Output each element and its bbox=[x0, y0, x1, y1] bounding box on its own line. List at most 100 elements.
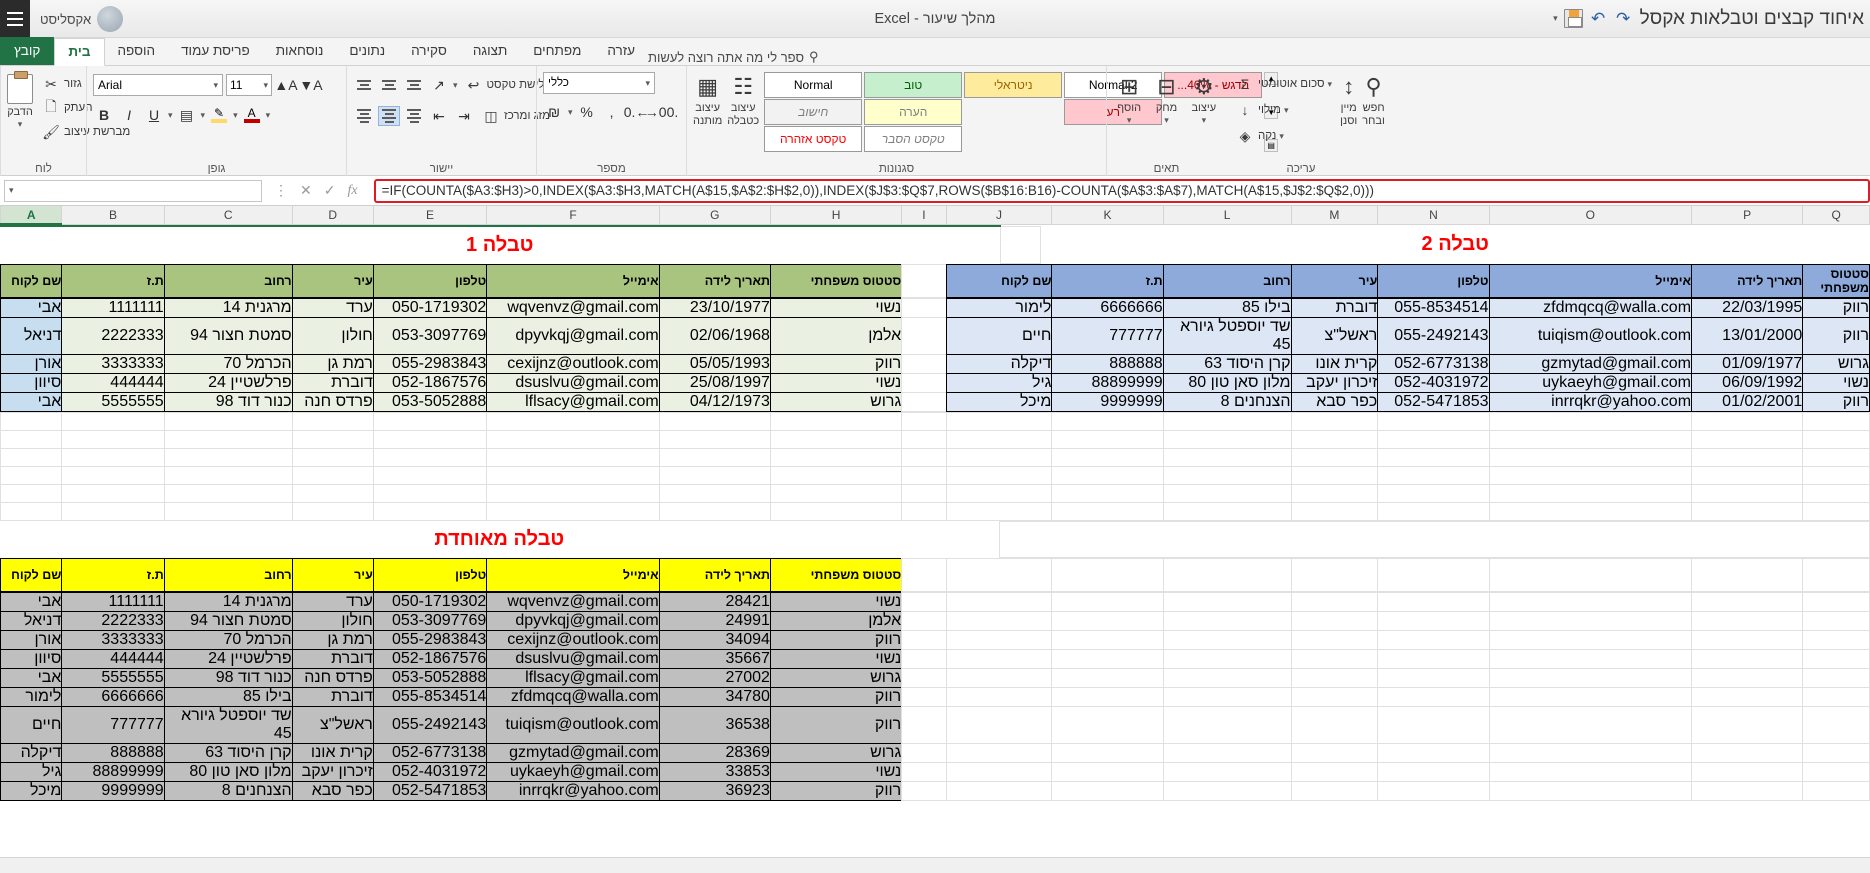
merged-cell[interactable]: סמטת חצור 94 bbox=[163, 610, 293, 631]
table2-cell[interactable]: נשוי bbox=[1802, 372, 1870, 393]
insert-cells-button[interactable]: ⊞ הוסף ▾ bbox=[1113, 72, 1145, 125]
table2-header-cell[interactable]: תאריך לידה bbox=[1691, 263, 1804, 298]
table1-cell[interactable]: 055-2983843 bbox=[372, 353, 488, 374]
cancel-icon[interactable]: ✕ bbox=[300, 182, 312, 199]
merged-cell[interactable]: 050-1719302 bbox=[372, 591, 488, 612]
grid-cell[interactable] bbox=[1488, 557, 1693, 592]
grid-cell[interactable] bbox=[1290, 780, 1379, 801]
grid-cell[interactable] bbox=[1162, 648, 1292, 669]
customize-qat-icon[interactable]: ▾ bbox=[1553, 13, 1558, 24]
merged-cell[interactable]: 055-8534514 bbox=[372, 686, 488, 707]
table2-cell[interactable]: שד יוספטל גיורא 45 bbox=[1162, 316, 1292, 355]
grid-cell[interactable] bbox=[0, 501, 63, 521]
table1-cell[interactable]: 25/08/1997 bbox=[658, 372, 771, 393]
grid-cell[interactable] bbox=[658, 501, 771, 521]
merged-cell[interactable]: קרן היסוד 63 bbox=[163, 742, 293, 763]
font-name-input[interactable]: Arial ▾ bbox=[93, 74, 223, 96]
grid-cell[interactable] bbox=[486, 429, 660, 449]
table1-header-cell[interactable]: רחוב bbox=[163, 263, 293, 298]
grid-cell[interactable] bbox=[1051, 667, 1164, 688]
grid-cell[interactable] bbox=[1377, 667, 1490, 688]
grid-cell[interactable] bbox=[1051, 447, 1164, 467]
table1-cell[interactable]: 02/06/1968 bbox=[658, 316, 771, 355]
align-bottom-button[interactable] bbox=[403, 75, 425, 95]
align-left-button[interactable] bbox=[403, 106, 425, 126]
chevron-down-icon[interactable]: ▾ bbox=[201, 110, 206, 121]
grid-cell[interactable] bbox=[901, 465, 947, 485]
col-header-I[interactable]: I bbox=[901, 206, 947, 225]
fill-button[interactable]: ↓ מילוי ▾ bbox=[1232, 98, 1335, 122]
table2-cell[interactable]: tuiqism@outlook.com bbox=[1488, 316, 1693, 355]
table1-cell[interactable]: חולון bbox=[291, 316, 374, 355]
grid-cell[interactable] bbox=[1488, 411, 1693, 431]
grid-cell[interactable] bbox=[61, 411, 165, 431]
merged-header-cell[interactable]: סטטוס משפחתי bbox=[769, 557, 903, 592]
grid-cell[interactable] bbox=[1290, 761, 1379, 782]
grid-cell[interactable] bbox=[1691, 705, 1804, 744]
merged-cell[interactable]: 053-3097769 bbox=[372, 610, 488, 631]
table1-cell[interactable]: 3333333 bbox=[61, 353, 165, 374]
merged-cell[interactable]: מלון סאן טון 80 bbox=[163, 761, 293, 782]
table2-header-cell[interactable]: שם לקוח bbox=[945, 263, 1053, 298]
grid-cell[interactable] bbox=[1290, 667, 1379, 688]
table2-cell[interactable]: 888888 bbox=[1051, 353, 1164, 374]
table2-cell[interactable]: ראשל"צ bbox=[1290, 316, 1379, 355]
increase-indent-button[interactable]: ⇥ bbox=[453, 105, 475, 127]
grid-cell[interactable] bbox=[769, 447, 903, 467]
merged-cell[interactable]: cexijnz@outlook.com bbox=[486, 629, 660, 650]
table2-cell[interactable]: קרן היסוד 63 bbox=[1162, 353, 1292, 374]
grid-cell[interactable] bbox=[901, 483, 947, 503]
grid-cell[interactable] bbox=[1162, 780, 1292, 801]
currency-button[interactable]: ₪ bbox=[543, 101, 565, 123]
grid-cell[interactable] bbox=[486, 447, 660, 467]
grid-cell[interactable] bbox=[1162, 429, 1292, 449]
grid-cell[interactable] bbox=[1802, 686, 1870, 707]
grid-cell[interactable] bbox=[1051, 501, 1164, 521]
merged-cell[interactable]: gzmytad@gmail.com bbox=[486, 742, 660, 763]
grid-cell[interactable] bbox=[372, 411, 488, 431]
grid-cell[interactable] bbox=[769, 429, 903, 449]
grid-cell[interactable] bbox=[945, 501, 1053, 521]
cell-style-normal[interactable]: Normal bbox=[764, 72, 863, 98]
merged-cell[interactable]: 3333333 bbox=[61, 629, 165, 650]
grid-cell[interactable] bbox=[945, 648, 1053, 669]
grid-cell[interactable] bbox=[61, 483, 165, 503]
merged-cell[interactable]: רמת גן bbox=[291, 629, 374, 650]
table2-cell[interactable]: 052-6773138 bbox=[1377, 353, 1490, 374]
merged-cell[interactable]: לימור bbox=[0, 686, 63, 707]
grid-cell[interactable] bbox=[163, 501, 293, 521]
underline-button[interactable]: U bbox=[143, 104, 165, 126]
grid-cell[interactable] bbox=[901, 501, 947, 521]
grid-cell[interactable] bbox=[1290, 648, 1379, 669]
grid-cell[interactable] bbox=[1051, 705, 1164, 744]
grid-cell[interactable] bbox=[1377, 557, 1490, 592]
table1-header-cell[interactable]: תאריך לידה bbox=[658, 263, 771, 298]
table1-cell[interactable]: dsuslvu@gmail.com bbox=[486, 372, 660, 393]
table1-cell[interactable]: ערד bbox=[291, 297, 374, 318]
grid-cell[interactable] bbox=[1802, 610, 1870, 631]
grid-cell[interactable] bbox=[901, 411, 947, 431]
chevron-down-icon[interactable]: ▾ bbox=[266, 110, 271, 121]
merged-header-cell[interactable]: ת.ז bbox=[61, 557, 165, 592]
col-header-O[interactable]: O bbox=[1488, 206, 1693, 225]
chevron-down-icon[interactable]: ▾ bbox=[453, 80, 458, 91]
merged-cell[interactable]: מרגנית 14 bbox=[163, 591, 293, 612]
align-middle-button[interactable] bbox=[378, 75, 400, 95]
tab-view[interactable]: תצוגה bbox=[460, 37, 520, 65]
table1-cell[interactable]: wqvenvz@gmail.com bbox=[486, 297, 660, 318]
table2-cell[interactable]: רווק bbox=[1802, 297, 1870, 318]
col-header-B[interactable]: B bbox=[61, 206, 165, 225]
table2-cell[interactable]: דוברת bbox=[1290, 297, 1379, 318]
grid-cell[interactable] bbox=[658, 447, 771, 467]
format-as-table-button[interactable]: ☷ עיצוב כטבלה bbox=[727, 72, 759, 127]
grid-cell[interactable] bbox=[1691, 411, 1804, 431]
bold-button[interactable]: B bbox=[93, 104, 115, 126]
merged-cell[interactable]: 34780 bbox=[658, 686, 771, 707]
grid-cell[interactable] bbox=[1290, 742, 1379, 763]
increase-decimal-button[interactable]: ←.0 bbox=[624, 101, 650, 123]
merged-cell[interactable]: 052-5471853 bbox=[372, 780, 488, 801]
merged-cell[interactable]: 28421 bbox=[658, 591, 771, 612]
empty-left-cells[interactable] bbox=[999, 520, 1870, 558]
align-top-button[interactable] bbox=[353, 75, 375, 95]
grid-cell[interactable] bbox=[1162, 667, 1292, 688]
